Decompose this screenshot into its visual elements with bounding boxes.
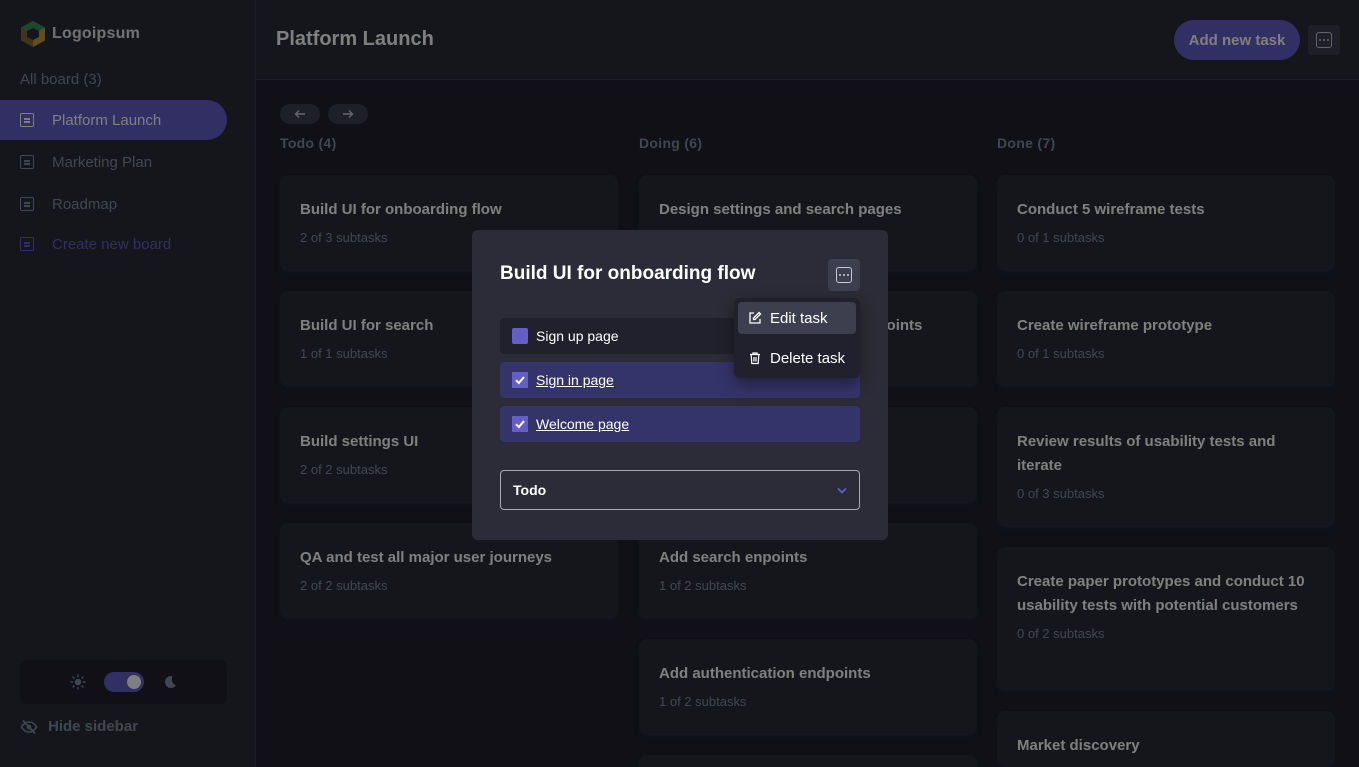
trash-icon [750,352,760,365]
subtask-label: Welcome page [536,416,630,432]
chevron-down-icon [837,487,847,494]
task-menu-dropdown: Edit task Delete task [734,298,860,378]
subtask-checkbox[interactable] [512,416,528,432]
edit-task-menu-item[interactable]: Edit task [738,302,856,334]
status-select[interactable]: Todo [500,470,860,510]
check-icon [512,416,528,432]
subtask-item[interactable]: Welcome page [500,406,860,442]
edit-icon [749,311,762,324]
subtask-label: Sign in page [536,372,614,388]
edit-task-label: Edit task [770,309,828,327]
delete-task-label: Delete task [770,349,846,367]
task-menu-button[interactable] [828,259,860,291]
status-select-value: Todo [513,482,547,498]
check-icon [512,372,528,388]
delete-task-menu-item[interactable]: Delete task [738,342,856,374]
more-icon [836,267,852,283]
subtask-checkbox[interactable] [512,372,528,388]
task-detail-modal: Build UI for onboarding flow Sign up pag… [472,230,888,540]
subtask-checkbox[interactable] [512,328,528,344]
modal-title: Build UI for onboarding flow [500,263,756,284]
subtask-label: Sign up page [536,328,619,344]
